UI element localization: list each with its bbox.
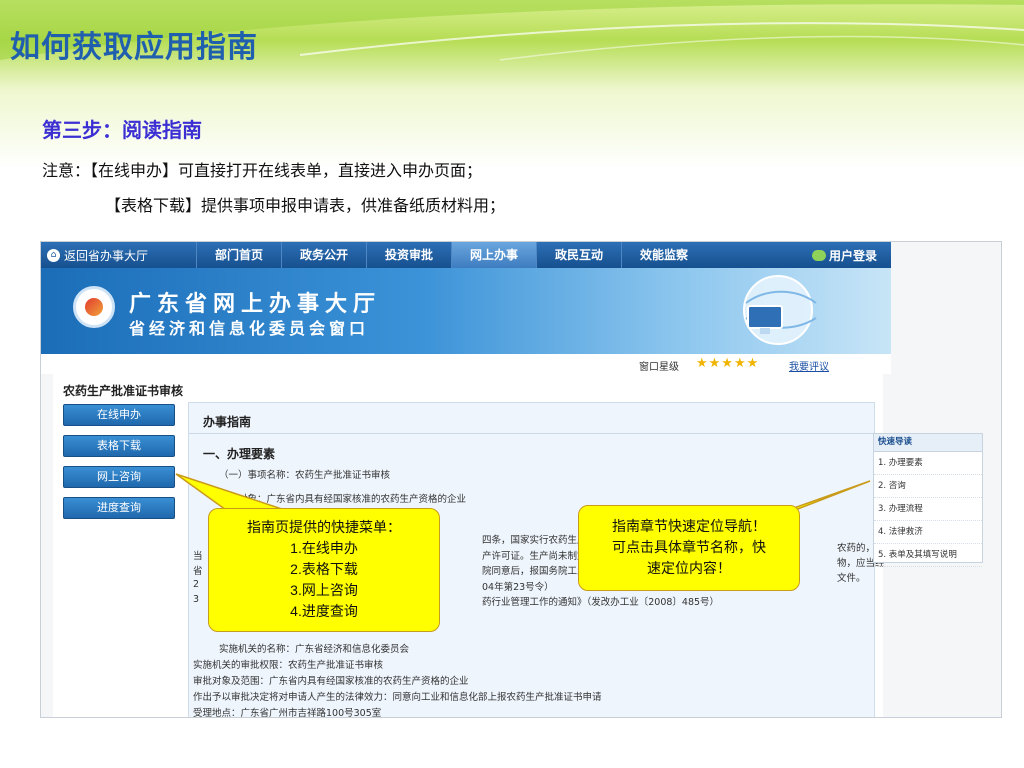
online-consult-button[interactable]: 网上咨询 — [63, 466, 175, 488]
nav-gov-affairs[interactable]: 政务公开 — [281, 242, 366, 268]
guide-line: 作出予以审批决定将对申请人产生的法律效力：同意向工业和信息化部上报农药生产批准证… — [193, 692, 602, 703]
guide-line: 审批对象及范围：广东省内具有经国家核准的农药生产资格的企业 — [193, 676, 469, 687]
guide-line-fragment: 2 — [193, 579, 200, 590]
page-heading: 农药生产批准证书审核 — [63, 384, 184, 398]
home-icon: ⌂ — [47, 249, 60, 262]
quick-nav-item-legal-remedy[interactable]: 4. 法律救济 — [874, 521, 982, 544]
guide-line: 文件。 — [837, 573, 866, 584]
guide-section-title: 一、办理要素 — [203, 447, 276, 461]
nav-dept-home[interactable]: 部门首页 — [196, 242, 281, 268]
guide-line: （一）事项名称：农药生产批准证书审核 — [219, 470, 391, 481]
nav-interaction[interactable]: 政民互动 — [536, 242, 621, 268]
chapter-nav-callout: 指南章节快速定位导航！ 可点击具体章节名称，快 速定位内容！ — [578, 505, 800, 591]
quick-nav-item-requirements[interactable]: 1. 办理要素 — [874, 452, 982, 475]
rating-bar: 窗口星级 ★★★★★ 我要评议 — [41, 354, 891, 374]
slide-title: 如何获取应用指南 — [10, 30, 258, 65]
step-title: 第三步：阅读指南 — [42, 118, 202, 142]
guide-line-fragment: 当 — [193, 551, 203, 562]
rating-label: 窗口星级 — [639, 362, 679, 373]
callout-line: 1.在线申办 — [290, 540, 358, 556]
portal-banner: 广东省网上办事大厅 省经济和信息化委员会窗口 — [41, 268, 891, 354]
guide-line: 药行业管理工作的通知》（发改办工业〔2008〕485号） — [482, 597, 720, 608]
guide-line: 实施机关的名称：广东省经济和信息化委员会 — [219, 644, 410, 655]
guide-line: 实施机关的审批权限：农药生产批准证书审核 — [193, 660, 384, 671]
callout-line: 可点击具体章节名称，快 — [612, 539, 766, 555]
quick-nav-item-consult[interactable]: 2. 咨询 — [874, 475, 982, 498]
back-to-hall-link[interactable]: ⌂ 返回省办事大厅 — [47, 247, 148, 264]
nav-online-service[interactable]: 网上办事 — [451, 242, 536, 268]
portal-navbar: ⌂ 返回省办事大厅 部门首页 政务公开 投资审批 网上办事 政民互动 效能监察 … — [41, 242, 891, 268]
guide-line: 办理对象：广东省内具有经国家核准的农药生产资格的企业 — [219, 494, 467, 505]
portal-logo-icon — [73, 286, 115, 328]
callout-line: 4.进度查询 — [290, 603, 358, 619]
quick-nav-panel: 快速导读 1. 办理要素 2. 咨询 3. 办理流程 4. 法律救济 5. 表单… — [873, 433, 983, 567]
guide-line: 受理地点：广东省广州市吉祥路100号305室 — [193, 708, 382, 718]
note-line-2: 【表格下载】提供事项申报申请表，供准备纸质材料用； — [105, 196, 506, 215]
guide-line: 产许可证。生产尚未制定 — [482, 551, 587, 562]
guide-title: 办事指南 — [203, 415, 252, 429]
login-link[interactable]: 用户登录 — [811, 247, 877, 264]
online-apply-button[interactable]: 在线申办 — [63, 404, 175, 426]
banner-subtitle: 省经济和信息化委员会窗口 — [129, 319, 370, 338]
form-download-button[interactable]: 表格下载 — [63, 435, 175, 457]
banner-title: 广东省网上办事大厅 — [129, 292, 382, 317]
quick-nav-item-forms[interactable]: 5. 表单及其填写说明 — [874, 544, 982, 567]
user-icon — [811, 250, 826, 261]
callout-line: 3.网上咨询 — [290, 582, 358, 598]
nav-supervision[interactable]: 效能监察 — [621, 242, 706, 268]
back-link-label: 返回省办事大厅 — [64, 249, 149, 263]
nav-investment[interactable]: 投资审批 — [366, 242, 451, 268]
callout-line: 指南章节快速定位导航！ — [612, 518, 766, 534]
portal-screenshot: ⌂ 返回省办事大厅 部门首页 政务公开 投资审批 网上办事 政民互动 效能监察 … — [40, 241, 1002, 718]
note-line-1: 注意：【在线申办】可直接打开在线表单，直接进入申办页面； — [42, 161, 483, 180]
progress-query-button[interactable]: 进度查询 — [63, 497, 175, 519]
quick-nav-item-process[interactable]: 3. 办理流程 — [874, 498, 982, 521]
quick-menu-callout: 指南页提供的快捷菜单： 1.在线申办 2.表格下载 3.网上咨询 4.进度查询 — [208, 508, 440, 632]
callout-line: 速定位内容！ — [647, 560, 731, 576]
guide-line-fragment: 省 — [193, 566, 203, 577]
callout-line: 指南页提供的快捷菜单： — [247, 519, 401, 535]
globe-monitor-icon — [743, 275, 817, 345]
quick-nav-title: 快速导读 — [874, 434, 982, 452]
login-label: 用户登录 — [828, 249, 877, 263]
rate-link[interactable]: 我要评议 — [789, 358, 829, 373]
callout-line: 2.表格下载 — [290, 561, 358, 577]
star-rating-icon: ★★★★★ — [696, 356, 760, 371]
guide-line: 04年第23号令） — [482, 582, 554, 593]
guide-line-fragment: 3 — [193, 594, 200, 605]
